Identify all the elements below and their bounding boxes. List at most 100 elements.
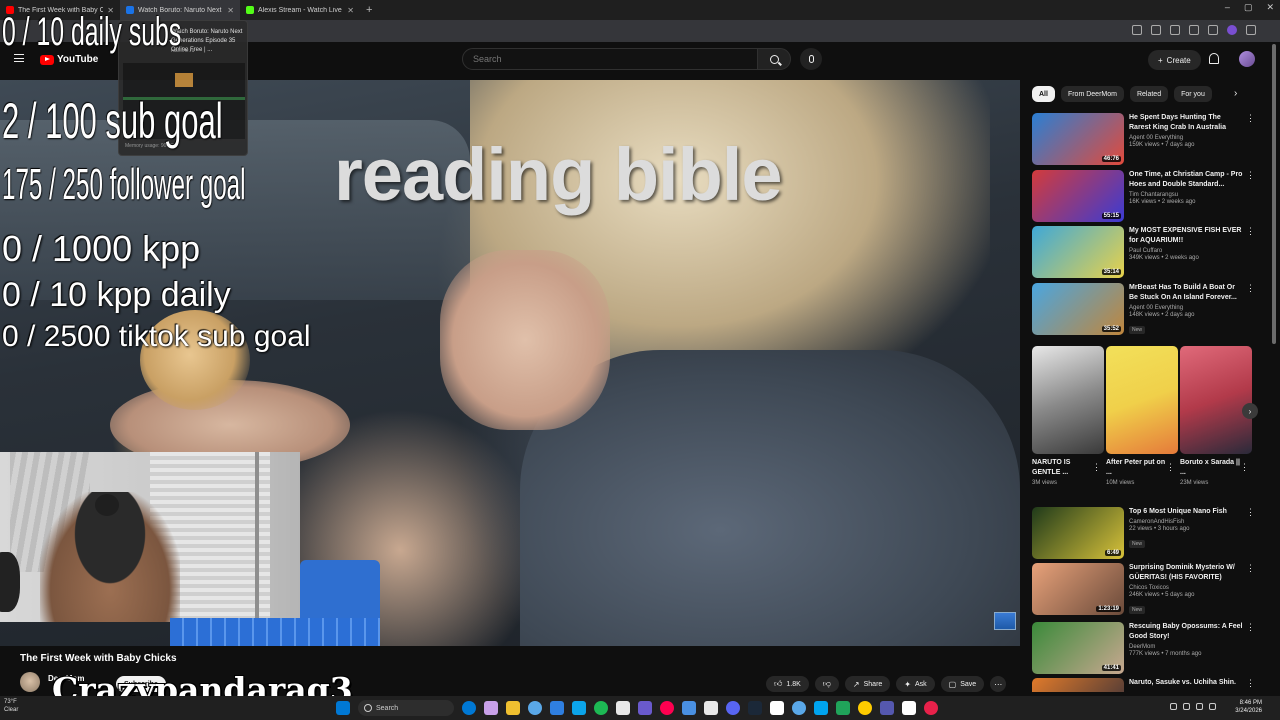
taskbar-app-icon[interactable] [704, 701, 718, 715]
video-thumbnail[interactable]: 41:41 [1032, 622, 1124, 674]
cast-icon[interactable] [1132, 25, 1142, 35]
recommendation-channel[interactable]: Tim Chantarangsu [1129, 192, 1243, 198]
taskbar-app-icon[interactable] [836, 701, 850, 715]
short-thumbnail[interactable] [1180, 346, 1252, 454]
kebab-menu-icon[interactable]: ⋮ [1092, 462, 1101, 473]
taskbar-app-icon[interactable] [682, 701, 696, 715]
notifications-bell-icon[interactable] [1209, 53, 1219, 64]
taskbar-app-icon[interactable] [550, 701, 564, 715]
recommendation-channel[interactable]: Agent 00 Everything [1129, 305, 1243, 311]
recommendation-channel[interactable]: Paul Cuffaro [1129, 248, 1243, 254]
chip-all[interactable]: All [1032, 86, 1055, 102]
chip-related[interactable]: Related [1129, 86, 1169, 102]
hamburger-menu-icon[interactable] [14, 54, 24, 62]
kebab-menu-icon[interactable]: ⋮ [1246, 283, 1255, 294]
video-thumbnail[interactable]: 35:14 [1032, 226, 1124, 278]
profile-icon[interactable] [1227, 25, 1237, 35]
recommendation-title[interactable]: Naruto, Sasuke vs. Uchiha Shin. [1129, 678, 1243, 688]
taskbar-app-icon[interactable] [726, 701, 740, 715]
scrollbar-thumb[interactable] [1272, 44, 1276, 344]
menu-icon[interactable] [1246, 25, 1256, 35]
close-window-button[interactable]: ✕ [1266, 2, 1274, 13]
recommendation-item[interactable]: 6:49 Top 6 Most Unique Nano Fish CameronAn… [1032, 507, 1262, 559]
video-thumbnail[interactable]: 46:76 [1032, 113, 1124, 165]
create-button[interactable]: + Create [1148, 50, 1201, 70]
recommendation-title[interactable]: Surprising Dominik Mysterio W/ GÜERITAS!… [1129, 563, 1243, 583]
recommendation-title[interactable]: Rescuing Baby Opossums: A Feel Good Stor… [1129, 622, 1243, 642]
taskbar-app-icon[interactable] [924, 701, 938, 715]
shorts-next-icon[interactable]: › [1242, 403, 1258, 419]
taskbar-app-icon[interactable] [748, 701, 762, 715]
recommendation-channel[interactable]: CameronAndHisFish [1129, 519, 1243, 525]
zoom-icon[interactable] [1151, 25, 1161, 35]
new-tab-button[interactable]: + [360, 4, 378, 16]
sidebar-scrollbar[interactable] [1270, 44, 1278, 684]
weather-widget[interactable]: 73°F Clear [4, 698, 18, 714]
minimize-button[interactable]: – [1225, 2, 1230, 13]
recommendation-item[interactable]: 46:76 He Spent Days Hunting The Rarest Ki… [1032, 113, 1262, 165]
taskbar-app-icon[interactable] [484, 701, 498, 715]
taskbar-app-icon[interactable] [462, 701, 476, 715]
channel-avatar[interactable] [20, 672, 40, 692]
clock[interactable]: 8:46 PM 3/24/2026 [1235, 699, 1262, 715]
recommendation-item[interactable]: 41:41 Rescuing Baby Opossums: A Feel Good… [1032, 622, 1262, 674]
sidebar-icon[interactable] [1208, 25, 1218, 35]
video-thumbnail[interactable]: 55:15 [1032, 170, 1124, 222]
short-thumbnail[interactable] [1032, 346, 1104, 454]
taskbar-app-icon[interactable] [594, 701, 608, 715]
browser-tab[interactable]: Alexis Stream - Watch Live on K ✕ [240, 0, 360, 20]
kebab-menu-icon[interactable]: ⋮ [1240, 462, 1249, 473]
video-thumbnail[interactable]: 6:49 [1032, 507, 1124, 559]
taskbar-app-icon[interactable] [902, 701, 916, 715]
recommendation-channel[interactable]: DeerMom [1129, 644, 1243, 650]
recommendation-item[interactable]: Naruto, Sasuke vs. Uchiha Shin. ⋮ [1032, 678, 1262, 692]
taskbar-app-icon[interactable] [572, 701, 586, 715]
taskbar-app-icon[interactable] [792, 701, 806, 715]
taskbar-app-icon[interactable] [814, 701, 828, 715]
video-thumbnail[interactable]: 35:52 [1032, 283, 1124, 335]
battery-icon[interactable] [1209, 703, 1216, 710]
taskbar-app-icon[interactable] [616, 701, 630, 715]
kebab-menu-icon[interactable]: ⋮ [1166, 462, 1175, 473]
dislike-button[interactable]: 👎︎ [814, 676, 839, 692]
taskbar-app-icon[interactable] [858, 701, 872, 715]
taskbar-app-icon[interactable] [770, 701, 784, 715]
search-input[interactable] [473, 54, 733, 64]
recommendation-channel[interactable]: Agent 00 Everything [1129, 135, 1243, 141]
chevron-right-icon[interactable]: › [1234, 88, 1237, 99]
video-thumbnail[interactable] [1032, 678, 1124, 692]
recommendation-item[interactable]: 35:52 MrBeast Has To Build A Boat Or Be S… [1032, 283, 1262, 335]
like-button[interactable]: 👍︎ 1.8K [766, 676, 809, 692]
kebab-menu-icon[interactable]: ⋮ [1246, 678, 1255, 689]
youtube-logo[interactable]: YouTube [40, 54, 98, 65]
more-actions-button[interactable]: ⋯ [990, 676, 1007, 692]
short-item[interactable]: After Peter put on ... 10M views ⋮ [1106, 346, 1178, 486]
recommendation-channel[interactable]: Chicos Toxicos [1129, 585, 1243, 591]
taskbar-app-icon[interactable] [528, 701, 542, 715]
save-button[interactable]: ▢ Save [940, 676, 985, 692]
taskbar-app-icon[interactable] [880, 701, 894, 715]
short-item[interactable]: NARUTO IS GENTLE ... 3M views ⋮ [1032, 346, 1104, 486]
ask-button[interactable]: ✦ Ask [896, 676, 935, 692]
recommendation-item[interactable]: 55:15 One Time, at Christian Camp - Pro H… [1032, 170, 1262, 222]
recommendation-item[interactable]: 1:23:19 Surprising Dominik Mysterio W/ GÜ… [1032, 563, 1262, 615]
chip-for-you[interactable]: For you [1174, 86, 1212, 102]
kebab-menu-icon[interactable]: ⋮ [1246, 113, 1255, 124]
wifi-icon[interactable] [1183, 703, 1190, 710]
taskbar-app-icon[interactable] [638, 701, 652, 715]
start-windows-icon[interactable] [336, 701, 350, 715]
short-item[interactable]: Boruto x Sarada || ... 23M views ⋮ [1180, 346, 1252, 486]
recommendation-title[interactable]: My MOST EXPENSIVE FISH EVER for AQUARIUM… [1129, 226, 1243, 246]
channel-watermark[interactable] [994, 612, 1016, 630]
account-avatar[interactable] [1239, 51, 1255, 67]
recommendation-title[interactable]: Top 6 Most Unique Nano Fish [1129, 507, 1243, 517]
recommendation-title[interactable]: One Time, at Christian Camp - Pro Hoes a… [1129, 170, 1243, 190]
close-tab-icon[interactable]: ✕ [347, 6, 354, 15]
taskbar-app-icon[interactable] [660, 701, 674, 715]
kebab-menu-icon[interactable]: ⋮ [1246, 170, 1255, 181]
taskbar-app-icon[interactable] [506, 701, 520, 715]
kebab-menu-icon[interactable]: ⋮ [1246, 507, 1255, 518]
kebab-menu-icon[interactable]: ⋮ [1246, 622, 1255, 633]
bookmark-star-icon[interactable] [1170, 25, 1180, 35]
kebab-menu-icon[interactable]: ⋮ [1246, 226, 1255, 237]
